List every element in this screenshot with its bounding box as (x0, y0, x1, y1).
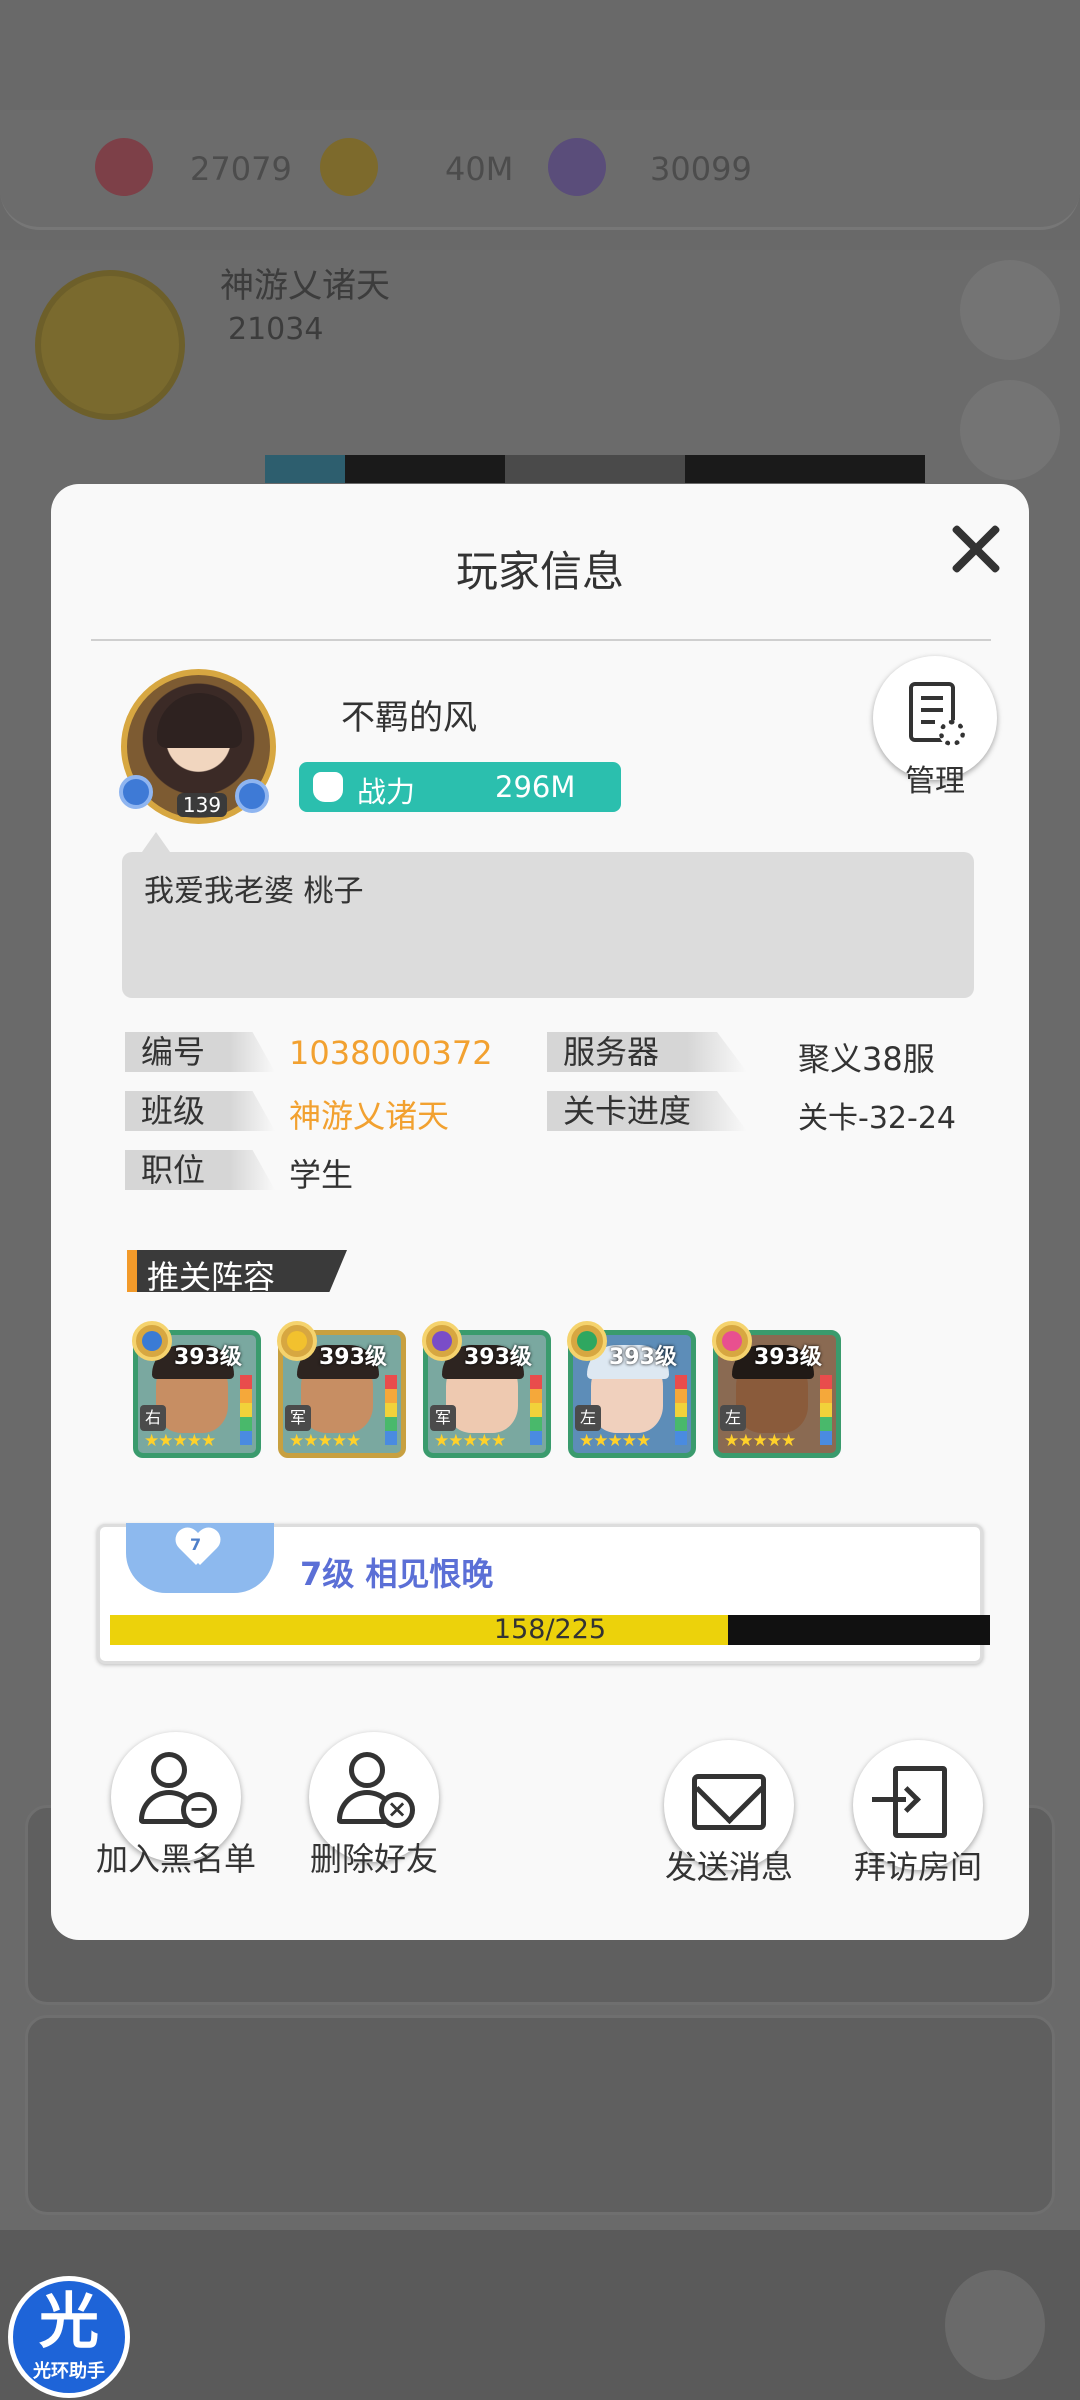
fist-icon (313, 772, 343, 802)
close-icon[interactable] (941, 514, 1011, 584)
hero-card[interactable]: 393级 军 ★★★★★ (422, 1321, 551, 1458)
hero-card[interactable]: 393级 左 ★★★★★ (567, 1321, 696, 1458)
bg-side-button (960, 380, 1060, 480)
resource-value: 27079 (190, 150, 292, 188)
intimacy-progress-text: 158/225 (493, 1614, 607, 1645)
watermark-text: 光环助手 (33, 2361, 105, 2382)
server-label: 服务器 (547, 1032, 747, 1072)
guild-name: 神游乂诸天 (220, 266, 390, 306)
heart-flag: 7 (126, 1523, 274, 1593)
element-icon (132, 1321, 172, 1361)
id-label: 编号 (125, 1032, 275, 1072)
divider (91, 639, 991, 641)
element-icon (712, 1321, 752, 1361)
delete-friend-label: 删除好友 (309, 1840, 438, 1878)
stage-label: 关卡进度 (547, 1091, 747, 1131)
star-icons: ★★★★★ (144, 1431, 216, 1451)
element-icon (277, 1321, 317, 1361)
element-icon (567, 1321, 607, 1361)
star-icons: ★★★★★ (289, 1431, 361, 1451)
signature-text: 我爱我老婆 桃子 (144, 874, 364, 909)
id-value: 1038000372 (289, 1034, 493, 1072)
bg-progress (265, 455, 925, 483)
hero-card[interactable]: 393级 军 ★★★★★ (277, 1321, 406, 1458)
hero-position: 军 (430, 1405, 456, 1431)
class-value[interactable]: 神游乂诸天 (289, 1091, 449, 1137)
hero-level: 393级 (319, 1345, 387, 1370)
star-icons: ★★★★★ (724, 1431, 796, 1451)
guild-id: 21034 (228, 312, 324, 347)
hero-card[interactable]: 393级 右 ★★★★★ (132, 1321, 261, 1458)
blacklist-label: 加入黑名单 (95, 1840, 256, 1878)
class-label: 班级 (125, 1091, 275, 1131)
resource-value: 40M (445, 150, 514, 188)
guild-avatar (35, 270, 185, 420)
heart-icon: 7 (176, 1529, 220, 1573)
stage-value: 关卡-32-24 (798, 1101, 956, 1136)
watermark-badge: 光 光环助手 (8, 2276, 130, 2398)
hero-card[interactable]: 393级 左 ★★★★★ (712, 1321, 841, 1458)
bg-list-item (25, 2015, 1055, 2215)
manage-label: 管理 (905, 764, 965, 799)
hero-level: 393级 (754, 1345, 822, 1370)
visit-room-label: 拜访房间 (853, 1848, 982, 1886)
player-info-dialog: 玩家信息 139 不羁的风 战力 296M 管理 我爱我老婆 桃子 编号 103… (51, 484, 1029, 1940)
user-minus-icon: − (139, 1752, 217, 1828)
power-label: 战力 (357, 775, 416, 809)
resource-bar: 27079 40M 30099 (0, 110, 1080, 230)
avatar-hair (157, 693, 242, 748)
hero-position: 左 (575, 1405, 601, 1431)
star-icons: ★★★★★ (434, 1431, 506, 1451)
hero-position: 军 (285, 1405, 311, 1431)
mail-icon (692, 1774, 766, 1830)
gear-icon (939, 720, 965, 746)
intimacy-panel: 7 7级 相见恨晚 158/225 (97, 1523, 990, 1664)
send-message-label: 发送消息 (664, 1848, 793, 1886)
intimacy-progress: 158/225 (110, 1615, 990, 1645)
server-value: 聚义38服 (798, 1040, 935, 1078)
user-delete-icon: × (337, 1752, 415, 1828)
player-level: 139 (177, 793, 227, 817)
coin-icon (320, 138, 378, 196)
power-value: 296M (495, 770, 576, 804)
gem-icon (95, 138, 153, 196)
bg-bottom-bar (0, 2230, 1080, 2400)
dialog-title: 玩家信息 (455, 547, 624, 596)
signature-box: 我爱我老婆 桃子 (122, 832, 974, 998)
watermark-glyph: 光 (39, 2287, 99, 2357)
hero-position: 右 (140, 1405, 166, 1431)
player-avatar[interactable]: 139 (119, 669, 276, 824)
hero-level: 393级 (464, 1345, 532, 1370)
hero-level: 393级 (174, 1345, 242, 1370)
flower-icon (119, 775, 153, 809)
intimacy-label: 7级 相见恨晚 (300, 1555, 494, 1593)
position-value: 学生 (289, 1156, 354, 1194)
ticket-icon (548, 138, 606, 196)
heart-level: 7 (190, 1535, 202, 1554)
position-label: 职位 (125, 1150, 275, 1190)
lineup-title-text: 推关阵容 (147, 1258, 276, 1296)
flower-icon (235, 779, 269, 813)
lineup-title: 推关阵容 (127, 1250, 347, 1292)
door-enter-icon (872, 1766, 947, 1838)
hero-position: 左 (720, 1405, 746, 1431)
power-badge: 战力 296M (299, 762, 621, 812)
bg-side-button (960, 260, 1060, 360)
player-name: 不羁的风 (341, 698, 477, 738)
star-icons: ★★★★★ (579, 1431, 651, 1451)
hero-level: 393级 (609, 1345, 677, 1370)
resource-value: 30099 (650, 150, 752, 188)
bg-bottom-slot (945, 2270, 1045, 2380)
element-icon (422, 1321, 462, 1361)
